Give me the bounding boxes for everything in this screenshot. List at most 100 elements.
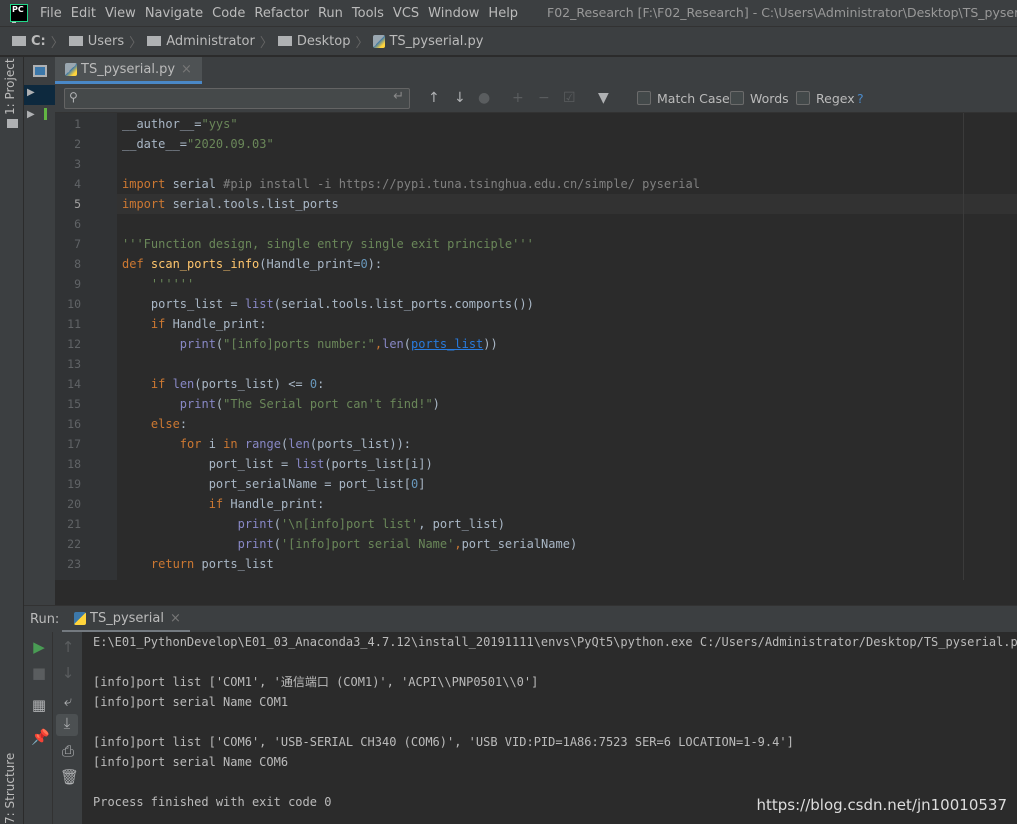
print-icon[interactable]: ⎙ — [60, 742, 76, 760]
code-line[interactable]: '''''' — [122, 274, 194, 294]
expand-arrow-icon[interactable]: ▶ — [27, 87, 35, 98]
menu-window[interactable]: Window — [428, 6, 479, 21]
code-token: ports_list = — [122, 297, 245, 311]
tab-ts-pyserial[interactable]: TS_pyserial.py × — [55, 57, 202, 84]
code-line[interactable]: print("The Serial port can't find!") — [122, 394, 440, 414]
pin-icon[interactable]: 📌 — [31, 728, 50, 746]
filter-icon[interactable]: ▼ — [598, 90, 609, 106]
breadcrumb-users[interactable]: Users — [88, 34, 124, 49]
code-token: scan_ports_info — [150, 257, 260, 271]
expand-arrow-icon[interactable]: ▶ — [27, 109, 35, 120]
run-label: Run: — [30, 612, 60, 627]
code-line[interactable]: def scan_ports_info(Handle_print=0): — [122, 254, 382, 274]
editor-horizontal-scroll-area[interactable] — [55, 580, 1017, 605]
code-token: (serial.tools.list_ports.comports()) — [273, 297, 534, 311]
regex-help-link[interactable]: ? — [857, 91, 864, 106]
code-line[interactable]: print('[info]port serial Name',port_seri… — [122, 534, 578, 554]
stop-icon[interactable]: ■ — [31, 664, 47, 682]
breadcrumb-file[interactable]: TS_pyserial.py — [389, 34, 483, 49]
menu-navigate[interactable]: Navigate — [145, 6, 203, 21]
menu-file[interactable]: File — [40, 6, 62, 21]
code-editor[interactable]: __author__="yys" __date__="2020.09.03"imp… — [117, 113, 1017, 580]
select-all-icon[interactable]: ☑ — [563, 90, 576, 106]
code-token: "2020.09.03" — [187, 137, 274, 151]
code-line[interactable]: print("[info]ports number:",len(ports_li… — [122, 334, 498, 354]
code-line[interactable]: __author__="yys" — [122, 114, 238, 134]
find-all-icon[interactable]: ● — [478, 90, 490, 106]
run-tab-ts-pyserial[interactable]: TS_pyserial × — [62, 606, 190, 633]
trash-icon[interactable]: 🗑 — [60, 768, 79, 786]
line-number: 8 — [74, 257, 81, 271]
breadcrumb-administrator[interactable]: Administrator — [166, 34, 255, 49]
code-line[interactable]: __date__="2020.09.03" — [122, 134, 274, 154]
line-number: 4 — [74, 177, 81, 191]
regex-checkbox[interactable] — [796, 91, 810, 105]
menu-view[interactable]: View — [105, 6, 136, 21]
words-checkbox[interactable] — [730, 91, 744, 105]
code-token: #pip install -i https://pypi.tuna.tsingh… — [223, 177, 700, 191]
line-number: 22 — [67, 537, 81, 551]
code-token: len — [172, 377, 195, 391]
run-toolbar-primary: ▶ ■ ▦ 📌 — [24, 632, 53, 824]
editor-tabs: TS_pyserial.py × — [55, 57, 1017, 84]
code-line[interactable]: else: — [122, 414, 187, 434]
code-token: , — [454, 537, 462, 551]
tab-label: TS_pyserial.py — [81, 61, 176, 77]
code-line[interactable]: if len(ports_list) <= 0: — [122, 374, 324, 394]
close-icon[interactable]: × — [181, 62, 192, 77]
code-line[interactable]: ports_list = list(serial.tools.list_port… — [122, 294, 534, 314]
menu-code[interactable]: Code — [212, 6, 245, 21]
match-case-label[interactable]: Match Case — [657, 91, 730, 106]
rerun-icon[interactable]: ▶ — [31, 638, 47, 656]
previous-occurrence-icon[interactable]: ↑ — [428, 90, 440, 106]
down-arrow-icon[interactable]: ↓ — [60, 664, 76, 682]
code-line[interactable]: port_serialName = port_list[0] — [122, 474, 426, 494]
menu-edit[interactable]: Edit — [71, 6, 96, 21]
search-input[interactable]: ⚲ ↵ — [64, 88, 410, 109]
code-line[interactable]: if Handle_print: — [122, 314, 267, 334]
code-line[interactable]: for i in range(len(ports_list)): — [122, 434, 411, 454]
menu-vcs[interactable]: VCS — [393, 6, 419, 21]
regex-label[interactable]: Regex — [816, 91, 855, 106]
code-line[interactable]: import serial #pip install -i https://py… — [122, 174, 700, 194]
up-arrow-icon[interactable]: ↑ — [60, 638, 76, 656]
code-token: : — [179, 417, 188, 431]
soft-wrap-icon[interactable]: ⤶ — [60, 692, 76, 710]
project-tool-tab[interactable]: 1: Project — [3, 58, 17, 115]
add-selection-icon[interactable]: + — [512, 90, 524, 106]
folder-icon — [12, 36, 26, 46]
console-line: E:\E01_PythonDevelop\E01_03_Anaconda3_4.… — [93, 635, 1017, 649]
breadcrumb-desktop[interactable]: Desktop — [297, 34, 351, 49]
code-token: if — [150, 317, 166, 331]
search-icon[interactable]: ⚲ — [69, 90, 78, 104]
code-line[interactable]: import serial.tools.list_ports — [122, 194, 339, 214]
find-bar: ⚲ ↵ ↑ ↓ ● + − ☑ ▼ Match Case Words Regex… — [55, 84, 1017, 113]
code-token: list — [244, 297, 274, 311]
structure-tool-tab[interactable]: 7: Structure — [3, 753, 17, 824]
folder-icon — [277, 36, 292, 46]
match-case-checkbox[interactable] — [637, 91, 651, 105]
menu-help[interactable]: Help — [488, 6, 518, 21]
new-line-icon[interactable]: ↵ — [393, 89, 404, 104]
words-label[interactable]: Words — [750, 91, 789, 106]
panel-layout-icon[interactable] — [33, 65, 47, 77]
code-line[interactable]: print('\n[info]port list', port_list) — [122, 514, 505, 534]
code-token: len — [382, 337, 404, 351]
code-line[interactable]: return ports_list — [122, 554, 274, 574]
breadcrumb-c[interactable]: C: — [31, 34, 46, 49]
code-line[interactable]: '''Function design, single entry single … — [122, 234, 534, 254]
remove-selection-icon[interactable]: − — [538, 90, 550, 106]
scroll-to-end-icon[interactable]: ⤓ — [56, 714, 78, 736]
restore-layout-icon[interactable]: ▦ — [31, 696, 47, 714]
menu-tools[interactable]: Tools — [352, 6, 384, 21]
close-icon[interactable]: × — [170, 611, 181, 626]
menu-run[interactable]: Run — [318, 6, 343, 21]
next-occurrence-icon[interactable]: ↓ — [454, 90, 466, 106]
code-line[interactable]: if Handle_print: — [122, 494, 325, 514]
code-token: import — [122, 197, 166, 211]
code-line[interactable]: port_list = list(ports_list[i]) — [122, 454, 433, 474]
menu-refactor[interactable]: Refactor — [254, 6, 309, 21]
